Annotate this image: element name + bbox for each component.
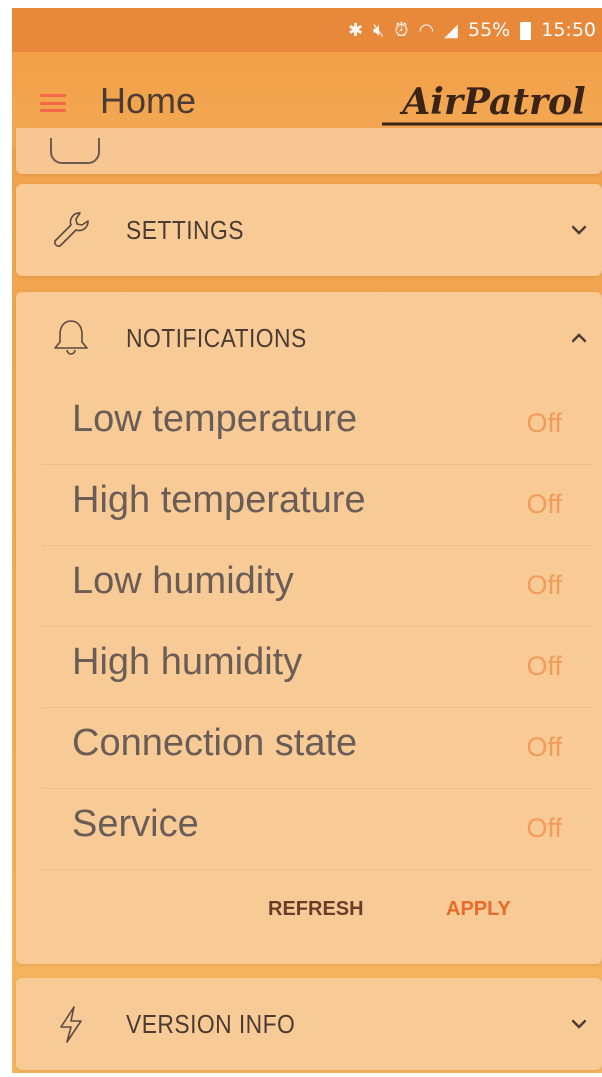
screen: ✱ 🔇︎ ⏰︎ ◠ ◢ 55% 15:50 Home AirPatrol SET… bbox=[12, 8, 602, 1073]
bluetooth-icon: ✱ bbox=[347, 19, 364, 41]
svg-text:AirPatrol: AirPatrol bbox=[399, 81, 585, 123]
notifications-header[interactable]: NOTIFICATIONS bbox=[16, 292, 602, 384]
chevron-down-icon[interactable] bbox=[572, 1017, 586, 1031]
notification-row-connection-state[interactable]: Connection state Off bbox=[42, 708, 592, 789]
battery-percent: 55% bbox=[468, 19, 511, 41]
settings-section: SETTINGS bbox=[16, 184, 602, 276]
notification-row-high-temperature[interactable]: High temperature Off bbox=[42, 465, 592, 546]
mute-icon: 🔇︎ bbox=[373, 19, 385, 41]
hamburger-menu-icon[interactable] bbox=[40, 94, 66, 112]
notification-toggle[interactable]: Off bbox=[526, 813, 562, 844]
apply-button[interactable]: APPLY bbox=[446, 898, 511, 921]
refresh-button[interactable]: REFRESH bbox=[268, 898, 364, 921]
clock: 15:50 bbox=[541, 19, 596, 41]
notification-row-service[interactable]: Service Off bbox=[42, 789, 592, 870]
notification-label: Service bbox=[72, 803, 199, 845]
notification-row-low-temperature[interactable]: Low temperature Off bbox=[42, 384, 592, 465]
alarm-icon: ⏰︎ bbox=[394, 19, 409, 41]
lightning-icon bbox=[60, 1006, 82, 1043]
notification-toggle[interactable]: Off bbox=[526, 651, 562, 682]
notification-label: High temperature bbox=[72, 479, 366, 521]
wifi-icon: ◠ bbox=[418, 19, 435, 41]
notification-toggle[interactable]: Off bbox=[526, 489, 562, 520]
chevron-down-icon[interactable] bbox=[572, 223, 586, 237]
bell-icon bbox=[54, 320, 88, 355]
page-title: Home bbox=[100, 80, 197, 121]
signal-icon: ◢ bbox=[444, 19, 458, 41]
notifications-section: NOTIFICATIONS Low temperature Off High t… bbox=[16, 292, 602, 964]
version-info-header[interactable]: VERSION INFO bbox=[16, 978, 602, 1070]
version-info-section: VERSION INFO bbox=[16, 978, 602, 1070]
notification-row-low-humidity[interactable]: Low humidity Off bbox=[42, 546, 592, 627]
notification-row-high-humidity[interactable]: High humidity Off bbox=[42, 627, 592, 708]
notification-label: High humidity bbox=[72, 641, 303, 683]
chevron-up-icon[interactable] bbox=[572, 331, 586, 345]
notification-toggle[interactable]: Off bbox=[526, 570, 562, 601]
section-icon bbox=[50, 138, 100, 164]
wrench-icon bbox=[54, 212, 89, 247]
settings-header[interactable]: SETTINGS bbox=[16, 184, 602, 276]
notifications-list: Low temperature Off High temperature Off… bbox=[16, 384, 602, 870]
notification-actions: REFRESH APPLY bbox=[16, 884, 602, 940]
status-bar: ✱ 🔇︎ ⏰︎ ◠ ◢ 55% 15:50 bbox=[12, 8, 602, 52]
previous-section-card bbox=[16, 128, 602, 174]
battery-icon bbox=[520, 22, 532, 40]
notification-toggle[interactable]: Off bbox=[526, 408, 562, 439]
notifications-title: NOTIFICATIONS bbox=[126, 322, 307, 353]
version-info-title: VERSION INFO bbox=[126, 1008, 296, 1039]
settings-title: SETTINGS bbox=[126, 214, 244, 245]
notification-label: Low temperature bbox=[72, 398, 358, 440]
notification-label: Low humidity bbox=[72, 560, 294, 602]
notification-toggle[interactable]: Off bbox=[526, 732, 562, 763]
notification-label: Connection state bbox=[72, 722, 358, 764]
